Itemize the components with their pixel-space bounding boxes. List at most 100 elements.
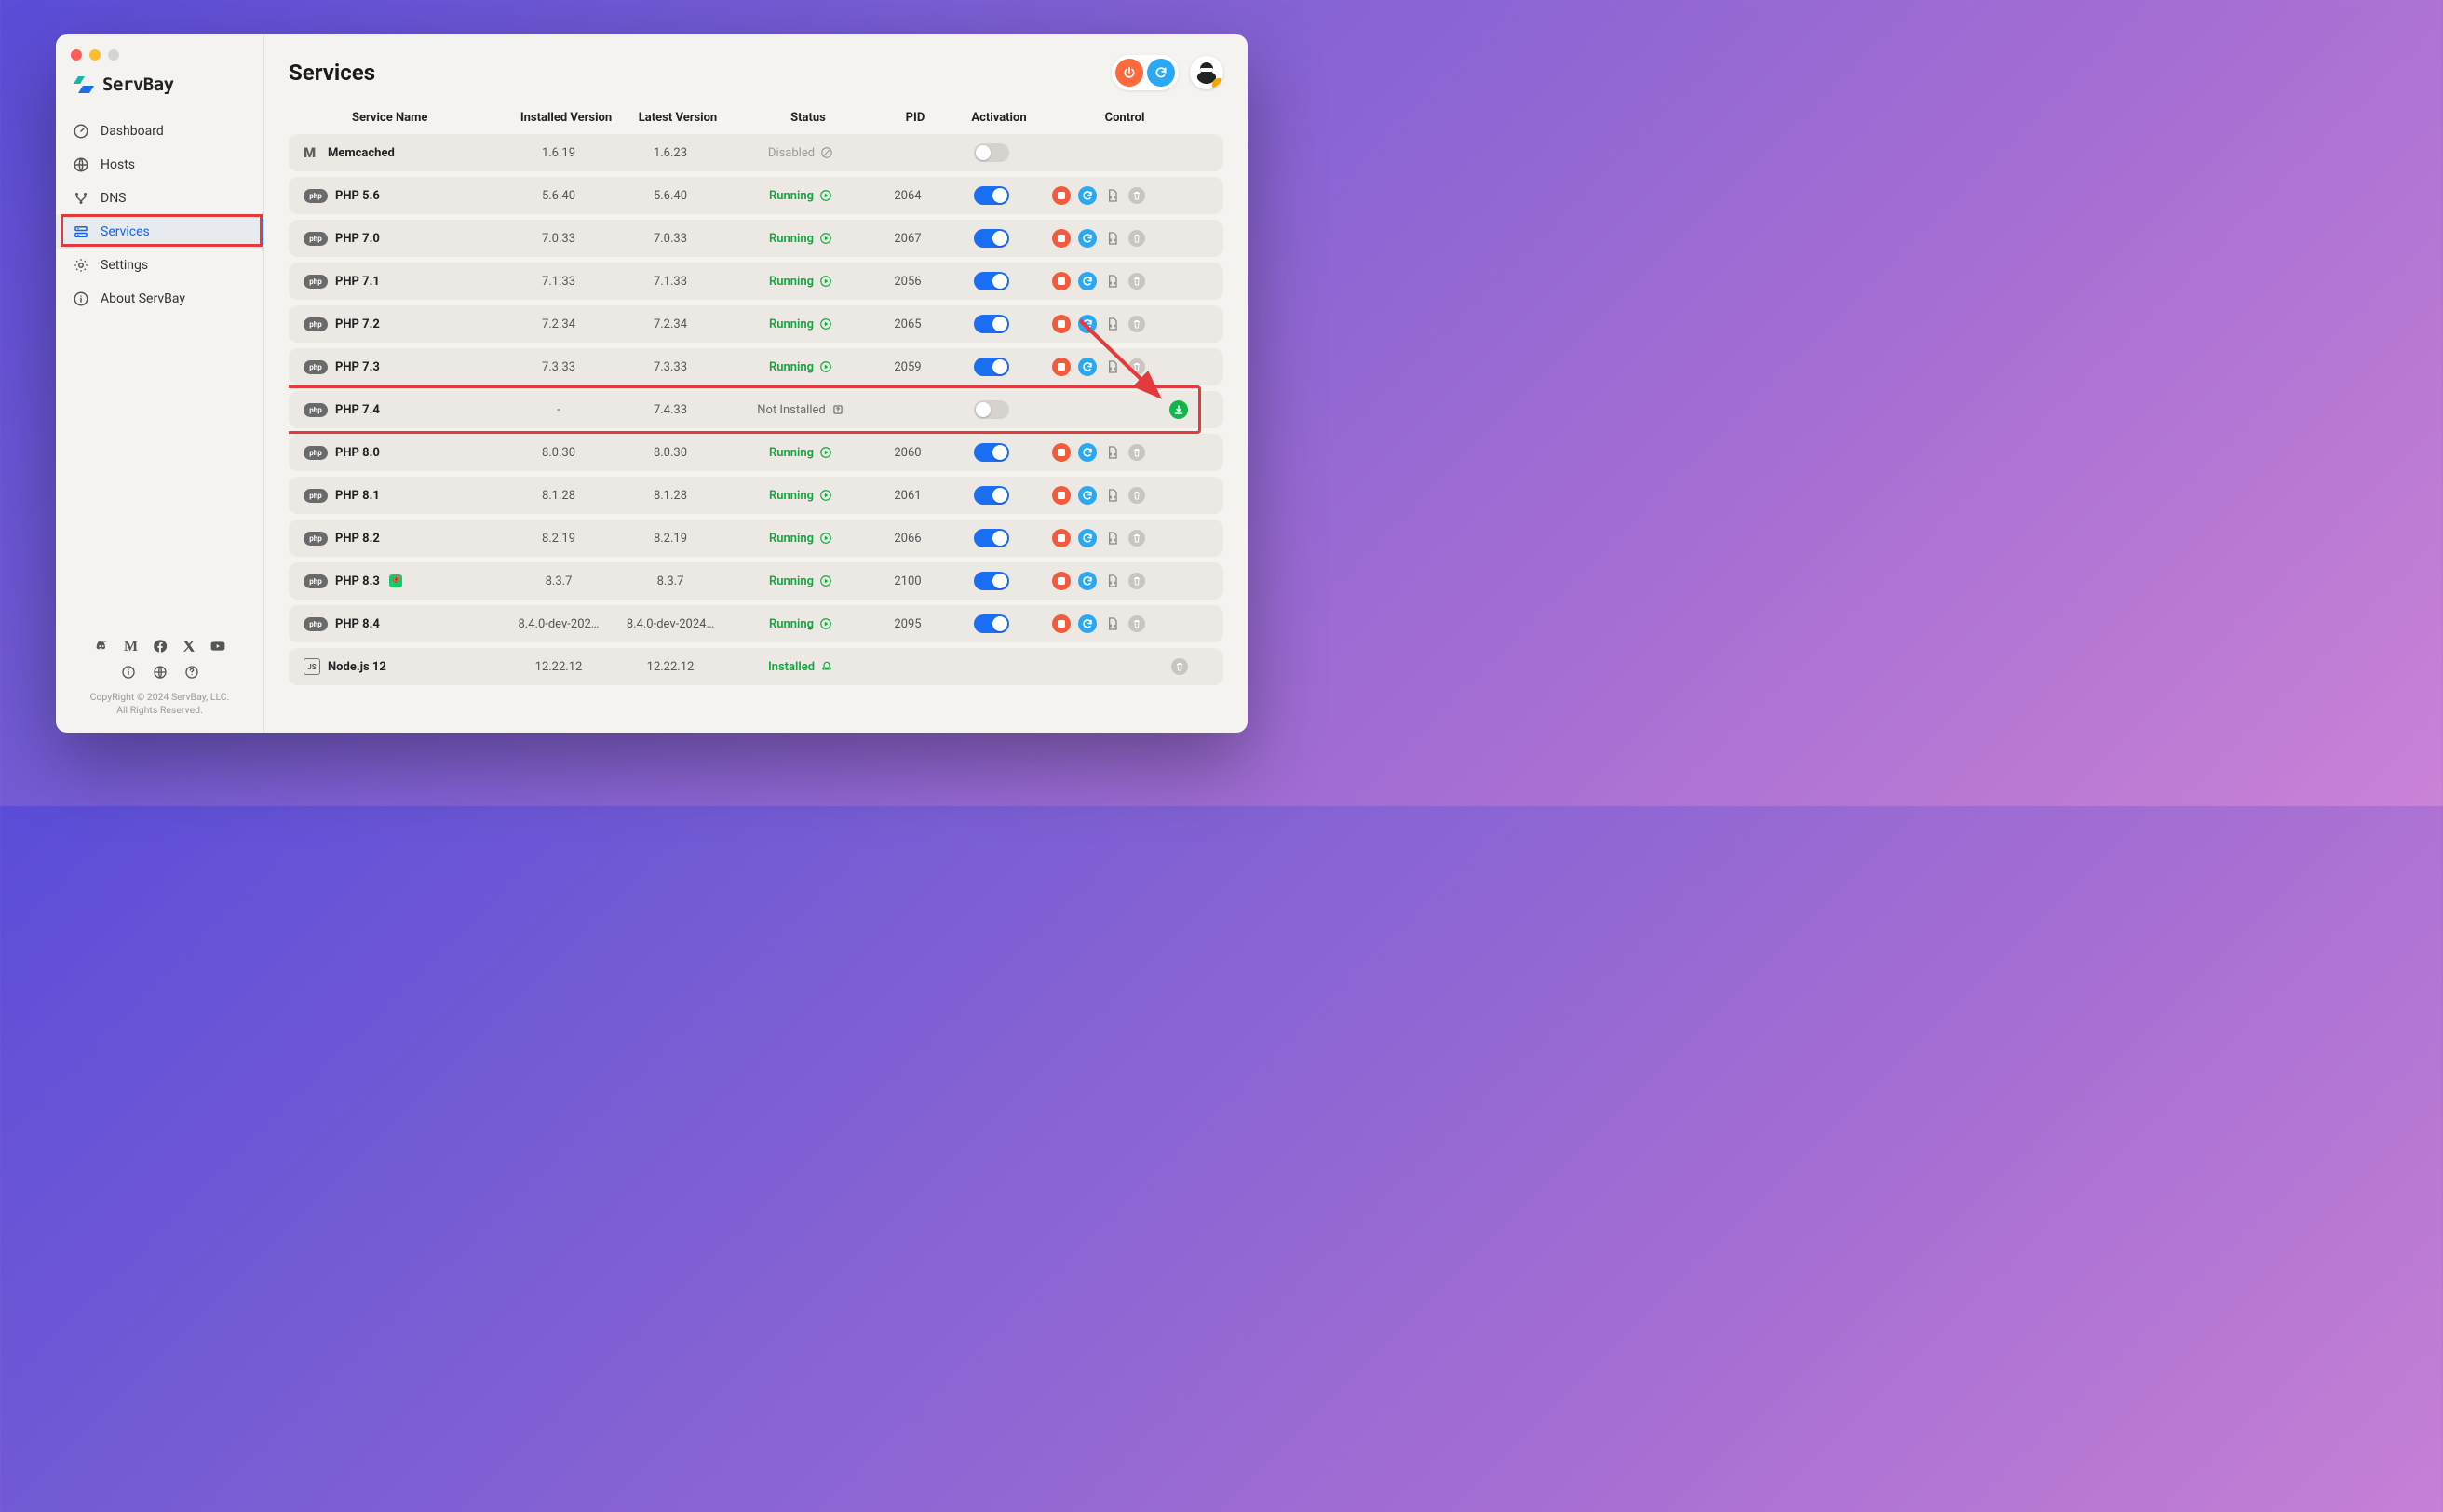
config-file-button[interactable] (1104, 273, 1121, 290)
status: Running (726, 532, 875, 546)
stop-button[interactable] (1052, 614, 1071, 633)
stop-button[interactable] (1052, 315, 1071, 333)
help-icon[interactable] (184, 665, 199, 683)
activation-toggle[interactable] (974, 400, 1009, 419)
header-actions: ✓ (1112, 55, 1223, 90)
service-name: PHP 7.3 (335, 360, 380, 374)
activation-toggle[interactable] (974, 529, 1009, 547)
delete-button[interactable] (1171, 658, 1188, 675)
activation-toggle[interactable] (974, 443, 1009, 462)
config-file-button[interactable] (1104, 316, 1121, 332)
memcached-icon: M (304, 144, 320, 161)
activation-toggle[interactable] (974, 229, 1009, 248)
activation-toggle[interactable] (974, 143, 1009, 162)
config-file-button[interactable] (1104, 187, 1121, 204)
activation-toggle[interactable] (974, 572, 1009, 590)
service-name: PHP 8.1 (335, 489, 380, 503)
config-file-button[interactable] (1104, 487, 1121, 504)
installed-version: - (503, 403, 614, 417)
service-row: phpPHP 7.0 7.0.33 7.0.33 Running 2067 (289, 220, 1223, 257)
sidebar-item-services[interactable]: Services (56, 215, 263, 249)
service-name: PHP 7.1 (335, 275, 380, 289)
reload-button[interactable] (1078, 315, 1097, 333)
activation-toggle[interactable] (974, 358, 1009, 376)
status: Running (726, 275, 875, 289)
config-file-button[interactable] (1104, 444, 1121, 461)
php-icon: php (304, 574, 328, 588)
sidebar-nav: Dashboard HostsDNSServicesSettingsAbout S… (56, 115, 263, 629)
config-file-button[interactable] (1104, 615, 1121, 632)
nodejs-icon: JS (304, 658, 320, 675)
activation-toggle[interactable] (974, 186, 1009, 205)
delete-button[interactable] (1128, 615, 1145, 632)
close-window-button[interactable] (71, 49, 82, 61)
delete-button[interactable] (1128, 316, 1145, 332)
service-row: MMemcached 1.6.19 1.6.23 Disabled (289, 134, 1223, 171)
sidebar-item-dns[interactable]: DNS (56, 182, 263, 215)
sidebar-item-hosts[interactable]: Hosts (56, 148, 263, 182)
delete-button[interactable] (1128, 358, 1145, 375)
reload-button[interactable] (1078, 443, 1097, 462)
control-cell (1043, 486, 1192, 505)
delete-button[interactable] (1128, 230, 1145, 247)
config-file-button[interactable] (1104, 573, 1121, 589)
sidebar-item-settings[interactable]: Settings (56, 249, 263, 282)
x-twitter-icon[interactable] (182, 639, 196, 657)
stop-button[interactable] (1052, 486, 1071, 505)
control-cell (1043, 315, 1192, 333)
activation-toggle[interactable] (974, 272, 1009, 290)
minimize-window-button[interactable] (89, 49, 101, 61)
download-button[interactable] (1169, 400, 1188, 419)
reload-button[interactable] (1078, 186, 1097, 205)
discord-icon[interactable] (94, 639, 109, 657)
service-name: PHP 8.0 (335, 446, 380, 460)
stop-button[interactable] (1052, 443, 1071, 462)
user-avatar[interactable]: ✓ (1190, 56, 1223, 89)
reload-button[interactable] (1078, 572, 1097, 590)
delete-button[interactable] (1128, 573, 1145, 589)
delete-button[interactable] (1128, 530, 1145, 547)
service-name: PHP 8.4 (335, 617, 380, 631)
stop-button[interactable] (1052, 229, 1071, 248)
sidebar-footer: M CopyRight © 2024 ServBay, LLC. All Rig… (56, 629, 263, 733)
delete-button[interactable] (1128, 273, 1145, 290)
stop-button[interactable] (1052, 358, 1071, 376)
refresh-button[interactable] (1147, 59, 1175, 87)
activation-toggle[interactable] (974, 315, 1009, 333)
stop-button[interactable] (1052, 186, 1071, 205)
config-file-button[interactable] (1104, 358, 1121, 375)
latest-version: 7.2.34 (614, 317, 726, 331)
config-file-button[interactable] (1104, 230, 1121, 247)
activation-toggle[interactable] (974, 486, 1009, 505)
php-icon: php (304, 617, 328, 631)
medium-icon[interactable]: M (124, 639, 138, 657)
activation-toggle[interactable] (974, 614, 1009, 633)
delete-button[interactable] (1128, 444, 1145, 461)
youtube-icon[interactable] (210, 639, 225, 657)
service-name: Memcached (328, 146, 395, 160)
language-icon[interactable] (153, 665, 168, 683)
sidebar-item-dashboard[interactable]: Dashboard (56, 115, 263, 148)
reload-button[interactable] (1078, 229, 1097, 248)
power-button[interactable] (1115, 59, 1143, 87)
reload-button[interactable] (1078, 272, 1097, 290)
maximize-window-button[interactable] (108, 49, 119, 61)
stop-button[interactable] (1052, 529, 1071, 547)
sidebar-item-label: Dashboard (101, 124, 164, 139)
stop-button[interactable] (1052, 272, 1071, 290)
facebook-icon[interactable] (153, 639, 168, 657)
sidebar-item-about-servbay[interactable]: About ServBay (56, 282, 263, 316)
reload-button[interactable] (1078, 358, 1097, 376)
installed-version: 8.3.7 (503, 574, 614, 588)
reload-button[interactable] (1078, 529, 1097, 547)
reload-button[interactable] (1078, 614, 1097, 633)
reload-button[interactable] (1078, 486, 1097, 505)
service-row: JSNode.js 12 12.22.12 12.22.12 Installed (289, 648, 1223, 685)
stop-button[interactable] (1052, 572, 1071, 590)
installed-version: 7.1.33 (503, 275, 614, 289)
latest-version: 1.6.23 (614, 146, 726, 160)
config-file-button[interactable] (1104, 530, 1121, 547)
delete-button[interactable] (1128, 187, 1145, 204)
info-icon[interactable] (121, 665, 136, 683)
delete-button[interactable] (1128, 487, 1145, 504)
